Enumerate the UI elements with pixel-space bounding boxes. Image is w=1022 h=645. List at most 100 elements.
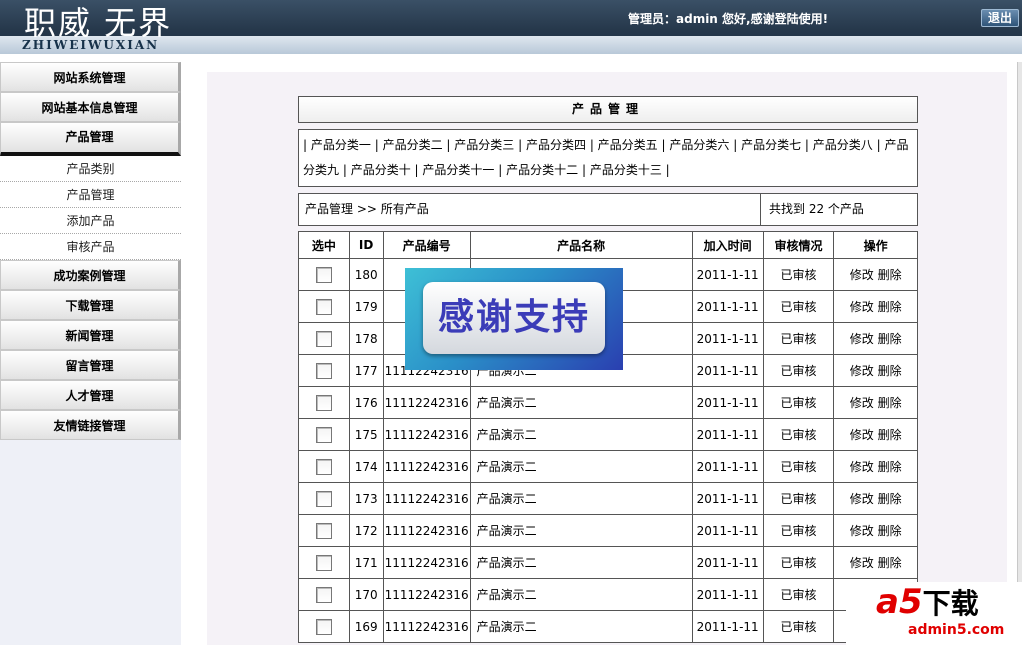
category-link[interactable]: 产品分类十一 [422,163,494,177]
row-checkbox[interactable] [315,266,332,283]
a5-watermark-brand: a5 [876,582,923,622]
row-edit-link[interactable]: 修改 [850,396,874,410]
row-delete-link[interactable]: 删除 [878,556,902,570]
row-select-cell [298,418,350,451]
table-row: 17011112242316产品演示二2011-1-11已审核修改 删除 [298,578,918,611]
row-name: 产品演示二 [469,450,693,483]
sidebar-item-site-info[interactable]: 网站基本信息管理 [0,92,181,122]
row-status: 已审核 [762,290,835,323]
row-edit-link[interactable]: 修改 [850,364,874,378]
row-code: 11112242316 [382,578,471,611]
row-delete-link[interactable]: 删除 [878,300,902,314]
sidebar-item-downloads[interactable]: 下载管理 [0,290,181,320]
row-edit-link[interactable]: 修改 [850,492,874,506]
sidebar: 网站系统管理 网站基本信息管理 产品管理 产品类别 产品管理 添加产品 审核产品… [0,62,181,645]
sidebar-item-cases[interactable]: 成功案例管理 [0,260,181,290]
row-checkbox[interactable] [315,362,332,379]
row-code: 11112242316 [382,418,471,451]
row-name: 产品演示二 [469,610,693,643]
category-link[interactable]: 产品分类一 [311,138,371,152]
vertical-scrollbar[interactable] [1017,62,1022,622]
row-date: 2011-1-11 [691,386,764,419]
category-link[interactable]: 产品分类十三 [590,163,662,177]
sidebar-item-links[interactable]: 友情链接管理 [0,410,181,440]
row-actions: 修改 删除 [833,418,918,451]
row-edit-link[interactable]: 修改 [850,524,874,538]
submenu-review-product[interactable]: 审核产品 [0,234,181,260]
row-status: 已审核 [762,578,835,611]
row-actions: 修改 删除 [833,258,918,291]
row-actions: 修改 删除 [833,482,918,515]
row-edit-link[interactable]: 修改 [850,556,874,570]
row-select-cell [298,354,350,387]
row-name: 产品演示二 [469,418,693,451]
category-link[interactable]: 产品分类二 [383,138,443,152]
category-link[interactable]: 产品分类六 [669,138,729,152]
row-date: 2011-1-11 [691,578,764,611]
row-delete-link[interactable]: 删除 [878,396,902,410]
row-checkbox[interactable] [315,554,332,571]
submenu-add-product[interactable]: 添加产品 [0,208,181,234]
row-date: 2011-1-11 [691,258,764,291]
sidebar-item-talent[interactable]: 人才管理 [0,380,181,410]
row-name: 产品演示二 [469,514,693,547]
sidebar-item-system[interactable]: 网站系统管理 [0,62,181,92]
row-id: 174 [348,450,384,483]
sidebar-item-messages[interactable]: 留言管理 [0,350,181,380]
row-delete-link[interactable]: 删除 [878,332,902,346]
welcome-text: 管理员：admin 您好,感谢登陆使用! [628,12,829,26]
category-link[interactable]: 产品分类八 [813,138,873,152]
row-checkbox[interactable] [315,426,332,443]
sidebar-item-products[interactable]: 产品管理 [0,122,181,156]
row-edit-link[interactable]: 修改 [850,300,874,314]
col-status: 审核情况 [762,231,835,259]
col-date: 加入时间 [691,231,764,259]
row-checkbox[interactable] [315,618,332,635]
sidebar-item-news[interactable]: 新闻管理 [0,320,181,350]
row-name: 产品演示二 [469,578,693,611]
row-checkbox[interactable] [315,522,332,539]
table-row: 172 11112242316 产品演示二 2011-1-11 已审核 修改 删除 [298,514,918,547]
a5-watermark-mark: a5下载 [876,582,979,622]
category-link[interactable]: 产品分类四 [526,138,586,152]
row-select-cell [298,514,350,547]
row-select-cell [298,482,350,515]
row-checkbox[interactable] [315,394,332,411]
row-edit-link[interactable]: 修改 [850,428,874,442]
row-actions: 修改 删除 [833,450,918,483]
row-checkbox[interactable] [315,458,332,475]
row-delete-link[interactable]: 删除 [878,268,902,282]
category-link[interactable]: 产品分类七 [741,138,801,152]
row-select-cell [298,322,350,355]
row-checkbox[interactable] [315,490,332,507]
row-delete-link[interactable]: 删除 [878,492,902,506]
row-id: 176 [348,386,384,419]
category-link[interactable]: 产品分类五 [598,138,658,152]
breadcrumb: 产品管理 >> 所有产品 [299,194,761,225]
category-link[interactable]: 产品分类十 [351,163,411,177]
row-name: 产品演示二 [469,482,693,515]
submenu-product-category[interactable]: 产品类别 [0,156,181,182]
table-row: 176 11112242316 产品演示二 2011-1-11 已审核 修改 删除 [298,386,918,419]
row-checkbox[interactable] [315,298,332,315]
row-checkbox[interactable] [315,586,332,603]
row-status: 已审核 [762,546,835,579]
category-link[interactable]: 产品分类三 [454,138,514,152]
row-edit-link[interactable]: 修改 [850,460,874,474]
col-select: 选中 [298,231,350,259]
row-code: 11112242316 [382,450,471,483]
logout-button[interactable]: 退出 [981,9,1019,27]
row-edit-link[interactable]: 修改 [850,332,874,346]
row-status: 已审核 [762,610,835,643]
row-delete-link[interactable]: 删除 [878,428,902,442]
category-link[interactable]: 产品分类十二 [506,163,578,177]
result-count: 共找到 22 个产品 [769,202,864,216]
row-checkbox[interactable] [315,330,332,347]
row-delete-link[interactable]: 删除 [878,364,902,378]
row-edit-link[interactable]: 修改 [850,268,874,282]
row-delete-link[interactable]: 删除 [878,524,902,538]
row-delete-link[interactable]: 删除 [878,460,902,474]
submenu-product-manage[interactable]: 产品管理 [0,182,181,208]
breadcrumb-bar: 产品管理 >> 所有产品 共找到 22 个产品 [298,193,918,226]
row-date: 2011-1-11 [691,418,764,451]
